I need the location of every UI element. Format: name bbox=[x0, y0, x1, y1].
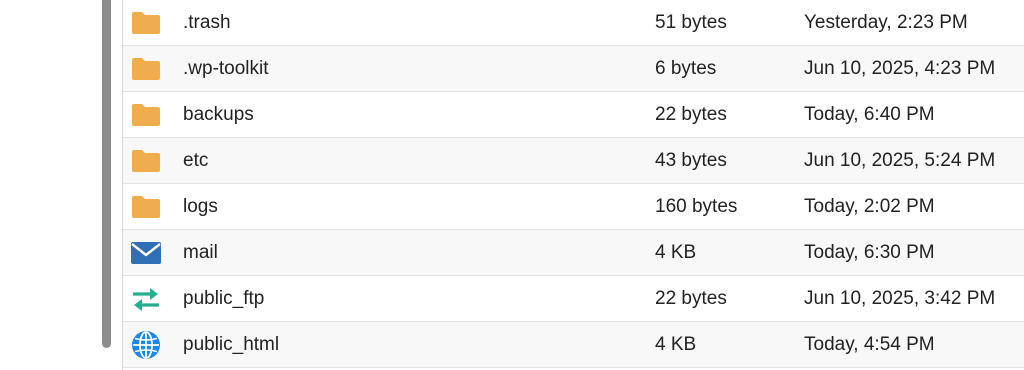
file-name[interactable]: public_html bbox=[183, 322, 279, 368]
file-name[interactable]: .trash bbox=[183, 0, 231, 46]
file-size: 43 bytes bbox=[655, 150, 727, 171]
file-size: 160 bytes bbox=[655, 196, 738, 217]
globe-icon bbox=[131, 330, 161, 360]
folder-icon bbox=[131, 146, 161, 176]
file-row[interactable]: public_ftp 22 bytes Jun 10, 2025, 3:42 P… bbox=[123, 276, 1024, 322]
file-list: .trash 51 bytes Yesterday, 2:23 PM .wp-t… bbox=[122, 0, 1024, 370]
scrollbar-thumb[interactable] bbox=[102, 0, 111, 348]
file-size: 22 bytes bbox=[655, 104, 727, 125]
file-size: 6 bytes bbox=[655, 58, 717, 79]
file-modified: Today, 6:30 PM bbox=[804, 242, 935, 263]
file-row[interactable]: public_html 4 KB Today, 4:54 PM bbox=[123, 322, 1024, 368]
file-size: 51 bytes bbox=[655, 12, 727, 33]
file-name[interactable]: mail bbox=[183, 230, 218, 276]
file-modified: Jun 10, 2025, 4:23 PM bbox=[804, 58, 996, 79]
file-row[interactable]: backups 22 bytes Today, 6:40 PM bbox=[123, 92, 1024, 138]
file-row[interactable]: .wp-toolkit 6 bytes Jun 10, 2025, 4:23 P… bbox=[123, 46, 1024, 92]
file-name[interactable]: logs bbox=[183, 184, 218, 230]
file-modified: Today, 4:54 PM bbox=[804, 334, 935, 355]
file-modified: Today, 2:02 PM bbox=[804, 196, 935, 217]
file-row[interactable]: logs 160 bytes Today, 2:02 PM bbox=[123, 184, 1024, 230]
mail-icon bbox=[131, 238, 161, 268]
file-size: 4 KB bbox=[655, 242, 697, 263]
file-modified: Jun 10, 2025, 3:42 PM bbox=[804, 288, 996, 309]
file-name[interactable]: etc bbox=[183, 138, 208, 184]
folder-icon bbox=[131, 192, 161, 222]
file-name[interactable]: .wp-toolkit bbox=[183, 46, 269, 92]
file-row[interactable]: etc 43 bytes Jun 10, 2025, 5:24 PM bbox=[123, 138, 1024, 184]
file-row[interactable]: mail 4 KB Today, 6:30 PM bbox=[123, 230, 1024, 276]
file-name[interactable]: public_ftp bbox=[183, 276, 264, 322]
file-row[interactable]: .trash 51 bytes Yesterday, 2:23 PM bbox=[123, 0, 1024, 46]
file-modified: Yesterday, 2:23 PM bbox=[804, 12, 968, 33]
folder-icon bbox=[131, 8, 161, 38]
file-modified: Jun 10, 2025, 5:24 PM bbox=[804, 150, 996, 171]
folder-icon bbox=[131, 100, 161, 130]
file-size: 4 KB bbox=[655, 334, 697, 355]
folder-icon bbox=[131, 54, 161, 84]
file-size: 22 bytes bbox=[655, 288, 727, 309]
transfer-arrows-icon bbox=[131, 284, 161, 314]
file-modified: Today, 6:40 PM bbox=[804, 104, 935, 125]
file-name[interactable]: backups bbox=[183, 92, 254, 138]
